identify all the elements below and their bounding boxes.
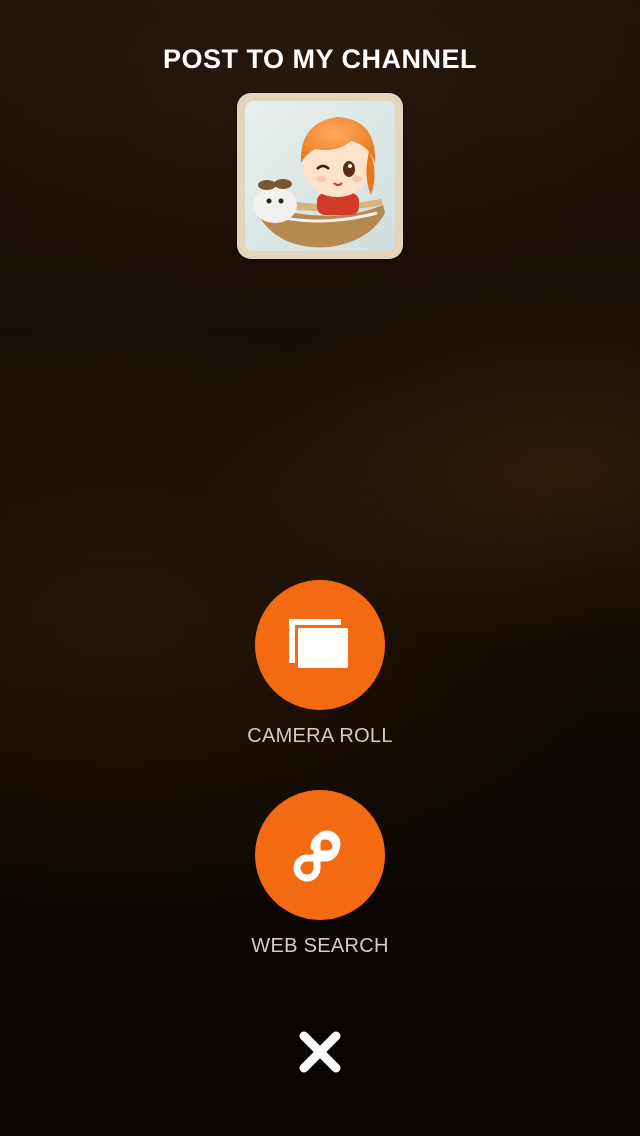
close-icon <box>299 1031 341 1073</box>
web-search-button[interactable] <box>255 790 385 920</box>
post-sheet: POST TO MY CHANNEL CAMERA ROLL WEB SEARC… <box>0 0 640 1136</box>
photo-preview <box>245 101 395 251</box>
camera-roll-button[interactable] <box>255 580 385 710</box>
page-title: POST TO MY CHANNEL <box>162 44 478 74</box>
selected-photo-thumbnail[interactable] <box>237 93 403 259</box>
camera-roll-label[interactable]: CAMERA ROLL <box>247 722 393 750</box>
close-button[interactable] <box>290 1022 350 1082</box>
photo-image <box>245 101 395 251</box>
web-search-label[interactable]: WEB SEARCH <box>251 932 388 960</box>
web-search-action: WEB SEARCH <box>0 790 640 960</box>
camera-roll-icon <box>289 619 348 668</box>
web-search-icon <box>293 830 341 882</box>
camera-roll-action: CAMERA ROLL <box>0 580 640 750</box>
